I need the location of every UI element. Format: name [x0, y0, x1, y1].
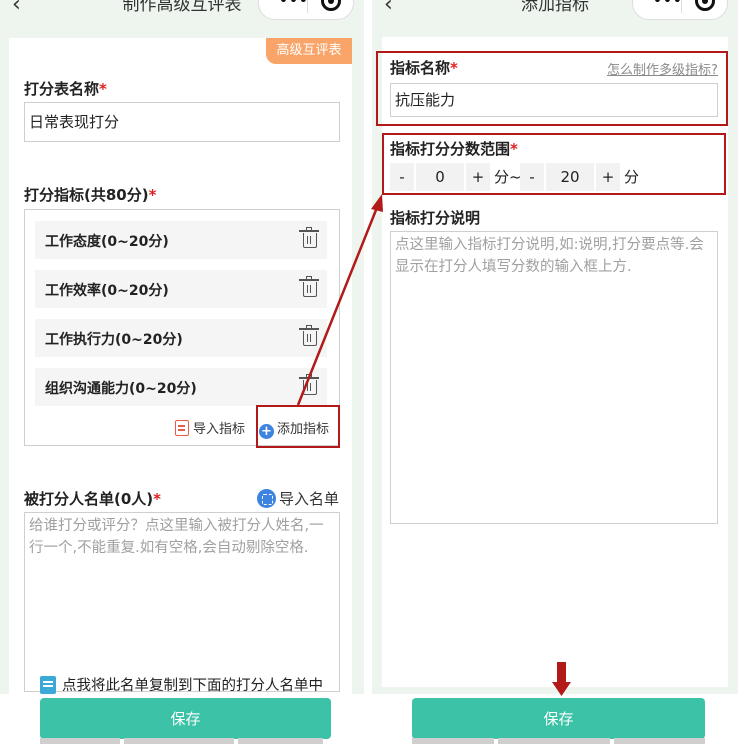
rated-list-label: 被打分人名单(0人)* [24, 490, 162, 508]
trash-icon[interactable] [299, 227, 319, 248]
import-icon [175, 420, 189, 436]
right-screen: ‹ 添加指标 ••• 指标名称* 怎么制作多级指标? 抗压能力 指标打分分数范围… [372, 0, 738, 744]
indicator-row[interactable]: 组织沟通能力(0~20分) [35, 368, 327, 406]
copy-icon [40, 676, 56, 694]
trash-icon[interactable] [299, 276, 319, 297]
indicator-label: 工作效率(0~20分) [45, 283, 169, 299]
more-icon[interactable]: ••• [653, 0, 683, 9]
nav-bar: ‹ 制作高级互评表 ••• [0, 0, 364, 30]
trash-icon[interactable] [299, 325, 319, 346]
mini-program-capsule[interactable]: ••• [258, 0, 354, 20]
import-list-icon [257, 489, 276, 508]
indicator-row[interactable]: 工作态度(0~20分) [35, 221, 327, 259]
copy-list-link[interactable]: 点我将此名单复制到下面的打分人名单中 [40, 674, 323, 695]
indicator-label: 工作执行力(0~20分) [45, 332, 183, 348]
trash-icon[interactable] [299, 374, 319, 395]
indicator-label: 工作态度(0~20分) [45, 234, 169, 250]
description-textarea[interactable]: 点这里输入指标打分说明,如:说明,打分要点等.会显示在打分人填写分数的输入框上方… [390, 231, 718, 524]
close-target-icon[interactable] [695, 0, 715, 11]
rated-list-textarea[interactable]: 给谁打分或评分？点这里输入被打分人姓名,一行一个,不能重复.如有空格,会自动剔除… [24, 512, 340, 692]
description-label: 指标打分说明 [390, 209, 481, 227]
import-list-button[interactable]: 导入名单 [257, 488, 339, 509]
import-indicators-button[interactable]: 导入指标 [175, 418, 245, 437]
copy-list-label: 点我将此名单复制到下面的打分人名单中 [62, 678, 323, 694]
indicator-label: 组织沟通能力(0~20分) [45, 381, 197, 397]
form-name-input[interactable]: 日常表现打分 [24, 102, 340, 142]
import-indicators-label: 导入指标 [193, 422, 246, 437]
capsule-divider [307, 0, 308, 13]
highlight-add-indicator [256, 405, 340, 448]
left-screen: ‹ 制作高级互评表 ••• 高级互评表 打分表名称* 日常表现打分 打分指标(共… [0, 0, 364, 744]
form-card: 高级互评表 打分表名称* 日常表现打分 打分指标(共80分)* 工作态度(0~2… [9, 38, 352, 698]
indicator-row[interactable]: 工作执行力(0~20分) [35, 319, 327, 357]
screenshot-stage: ‹ 制作高级互评表 ••• 高级互评表 打分表名称* 日常表现打分 打分指标(共… [0, 0, 738, 744]
bottom-tab-strip [412, 738, 705, 744]
capsule-divider [681, 0, 682, 13]
bottom-tab-strip [40, 738, 323, 744]
save-button[interactable]: 保存 [40, 698, 331, 739]
form-type-badge: 高级互评表 [266, 38, 352, 64]
mini-program-capsule[interactable]: ••• [632, 0, 728, 20]
save-button[interactable]: 保存 [412, 698, 705, 739]
indicators-label: 打分指标(共80分)* [24, 186, 157, 204]
panel-divider [364, 0, 372, 744]
highlight-indicator-name [376, 51, 728, 126]
highlight-score-range [382, 133, 726, 195]
indicator-row[interactable]: 工作效率(0~20分) [35, 270, 327, 308]
import-list-label: 导入名单 [279, 490, 340, 508]
more-icon[interactable]: ••• [279, 0, 309, 9]
nav-bar: ‹ 添加指标 ••• [372, 0, 738, 30]
close-target-icon[interactable] [321, 0, 341, 11]
form-name-label: 打分表名称* [24, 80, 107, 98]
